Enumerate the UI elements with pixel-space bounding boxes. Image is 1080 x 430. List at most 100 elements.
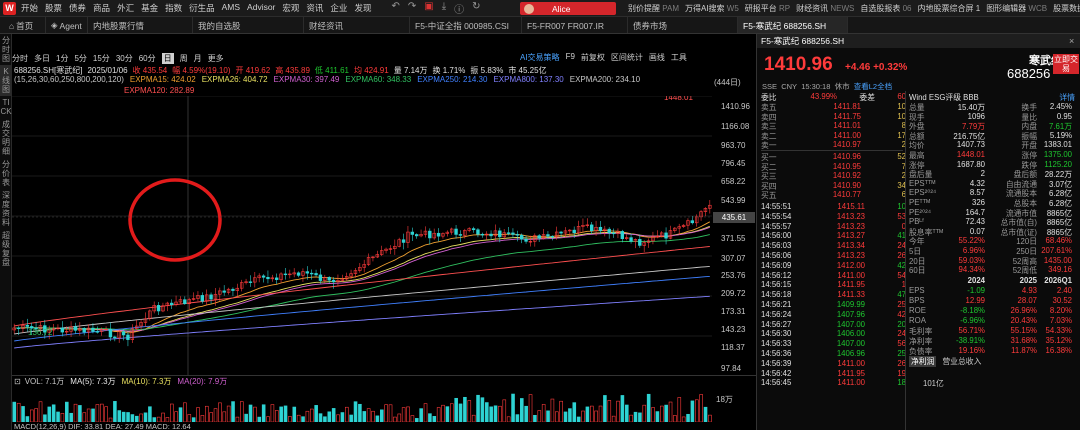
top-link[interactable]: 研报平台 RP: [745, 3, 790, 14]
tab-4[interactable]: 财经资讯: [304, 17, 410, 33]
cell: 净利率: [909, 337, 933, 346]
candle-body: [410, 231, 415, 235]
tab-8[interactable]: F5-寒武纪 688256.SH: [738, 17, 848, 33]
top-link[interactable]: 别价提醒 PAM: [628, 3, 679, 14]
cell: 6.28亿: [1049, 199, 1072, 208]
cell: 250日: [1016, 247, 1037, 256]
top-link[interactable]: 自选股报表 06: [860, 3, 911, 14]
info-icon[interactable]: ⓘ: [454, 1, 464, 16]
period-8[interactable]: 周: [180, 53, 188, 64]
period-7[interactable]: 日: [161, 52, 174, 64]
cell: 5日: [909, 247, 922, 256]
cell: 53: [897, 211, 906, 221]
fin-tab[interactable]: 营业总收入: [942, 356, 981, 367]
volume-bar: [397, 413, 402, 422]
ma-line-120: [14, 246, 710, 327]
left-tool-0[interactable]: 分时图: [0, 34, 12, 65]
close-icon[interactable]: ×: [1069, 36, 1074, 46]
top-link-code: WCB: [1028, 4, 1048, 13]
menu-item[interactable]: 衍生品: [189, 2, 215, 14]
left-tool-4[interactable]: 分价表: [0, 158, 12, 189]
chart-link[interactable]: AI交易策略: [520, 52, 560, 64]
volume-chart[interactable]: [12, 388, 712, 422]
menu-item[interactable]: 债券: [69, 2, 86, 14]
period-2[interactable]: 1分: [56, 53, 68, 64]
chart-links: AI交易策略 F9 前复权 区间统计 画线 工具: [520, 52, 687, 64]
volume-bar: [78, 405, 82, 422]
forward-icon[interactable]: ↷: [408, 1, 416, 16]
ma-line-26: [14, 225, 710, 332]
menu-item[interactable]: 宏观: [282, 2, 299, 14]
cell: 20日: [909, 256, 926, 266]
top-link[interactable]: 万得AI搜索 W5: [685, 3, 739, 14]
menu-item[interactable]: 股票: [45, 2, 62, 14]
tab-6[interactable]: F5-FR007 FR007.IR: [522, 17, 628, 33]
left-tool-2[interactable]: TICK: [0, 96, 12, 118]
cell: 0.07: [969, 226, 985, 236]
tab-7[interactable]: 债券市场: [628, 17, 738, 33]
period-1[interactable]: 多日: [34, 53, 50, 64]
volume-bar: [358, 403, 362, 422]
l2-link[interactable]: 查看L2全档: [854, 82, 892, 91]
left-tool-1[interactable]: K线图: [0, 65, 12, 96]
trade-button[interactable]: 立即交易: [1053, 54, 1079, 74]
menu-item[interactable]: 指数: [165, 2, 182, 14]
kline-chart[interactable]: 1448.01 136.72: [12, 96, 712, 376]
top-link[interactable]: 财经资讯 NEWS: [796, 3, 854, 14]
left-tool-3[interactable]: 成交明细: [0, 118, 12, 158]
market-status: 休市: [834, 82, 850, 91]
chart-link[interactable]: 画线: [649, 52, 665, 64]
menu-item[interactable]: 资讯: [306, 2, 323, 14]
cell: 流通市值: [1005, 208, 1037, 218]
download-icon[interactable]: ⤓: [442, 1, 446, 16]
tab-5[interactable]: F5-中证全指 000985.CSI: [410, 17, 522, 33]
period-5[interactable]: 30分: [116, 53, 133, 64]
cell: 14:55:51: [761, 202, 792, 211]
candle-body: [95, 331, 100, 333]
menu-item[interactable]: 商品: [93, 2, 110, 14]
period-4[interactable]: 15分: [93, 53, 110, 64]
period-3[interactable]: 5分: [74, 53, 86, 64]
volume-bar: [511, 393, 515, 422]
refresh-icon[interactable]: ↻: [472, 1, 480, 16]
volume-bar: [699, 394, 703, 422]
menu-item[interactable]: 外汇: [117, 2, 134, 14]
chart-link[interactable]: F9: [566, 52, 575, 64]
period-10[interactable]: 更多: [208, 53, 224, 64]
menu-item[interactable]: 开始: [21, 2, 38, 14]
menu-item[interactable]: 发现: [354, 2, 371, 14]
top-link[interactable]: 图形编辑器 WCB: [986, 3, 1047, 14]
menu-item[interactable]: Advisor: [247, 2, 275, 14]
period-6[interactable]: 60分: [139, 53, 156, 64]
top-link-label: 自选股报表: [860, 4, 901, 13]
menu-item[interactable]: AMS: [222, 2, 240, 14]
chart-link[interactable]: 工具: [671, 52, 687, 64]
chart-link[interactable]: 前复权: [581, 52, 605, 64]
tab-1[interactable]: ◈ Agent: [46, 17, 88, 33]
menu-item[interactable]: 基金: [141, 2, 158, 14]
top-link[interactable]: 股票数据浏览器 EDE: [1053, 3, 1080, 14]
volume-toggle-icon[interactable]: ⊡: [14, 377, 21, 386]
top-link[interactable]: 内地股票综合屏 1: [918, 3, 981, 14]
divider: [905, 91, 906, 430]
cell: 14:56:30: [761, 329, 792, 339]
tab-3[interactable]: 我的自选股: [193, 17, 304, 33]
left-tool-5[interactable]: 深度资料: [0, 189, 12, 229]
chart-link[interactable]: 区间统计: [611, 52, 643, 64]
fin-tab[interactable]: 净利润: [909, 356, 937, 367]
back-icon[interactable]: ↶: [391, 1, 399, 16]
stat-row: 今年 55.22% 120日 68.46%: [909, 236, 1075, 246]
period-0[interactable]: 分时: [12, 53, 28, 64]
volume-bar: [362, 411, 367, 422]
tab-0[interactable]: ⌂ 首页: [4, 17, 46, 33]
pdf-icon[interactable]: ▣: [424, 1, 433, 16]
home-icon: ⌂: [9, 20, 15, 31]
volume-bar: [480, 397, 485, 422]
cell: 负债率: [909, 347, 933, 356]
user-button[interactable]: Alice: [520, 2, 616, 15]
period-9[interactable]: 月: [194, 53, 202, 64]
tab-2[interactable]: 内地股票行情: [88, 17, 193, 33]
candle-body: [515, 234, 520, 236]
menu-item[interactable]: 企业: [330, 2, 347, 14]
left-tool-6[interactable]: 超级复盘: [0, 229, 12, 269]
